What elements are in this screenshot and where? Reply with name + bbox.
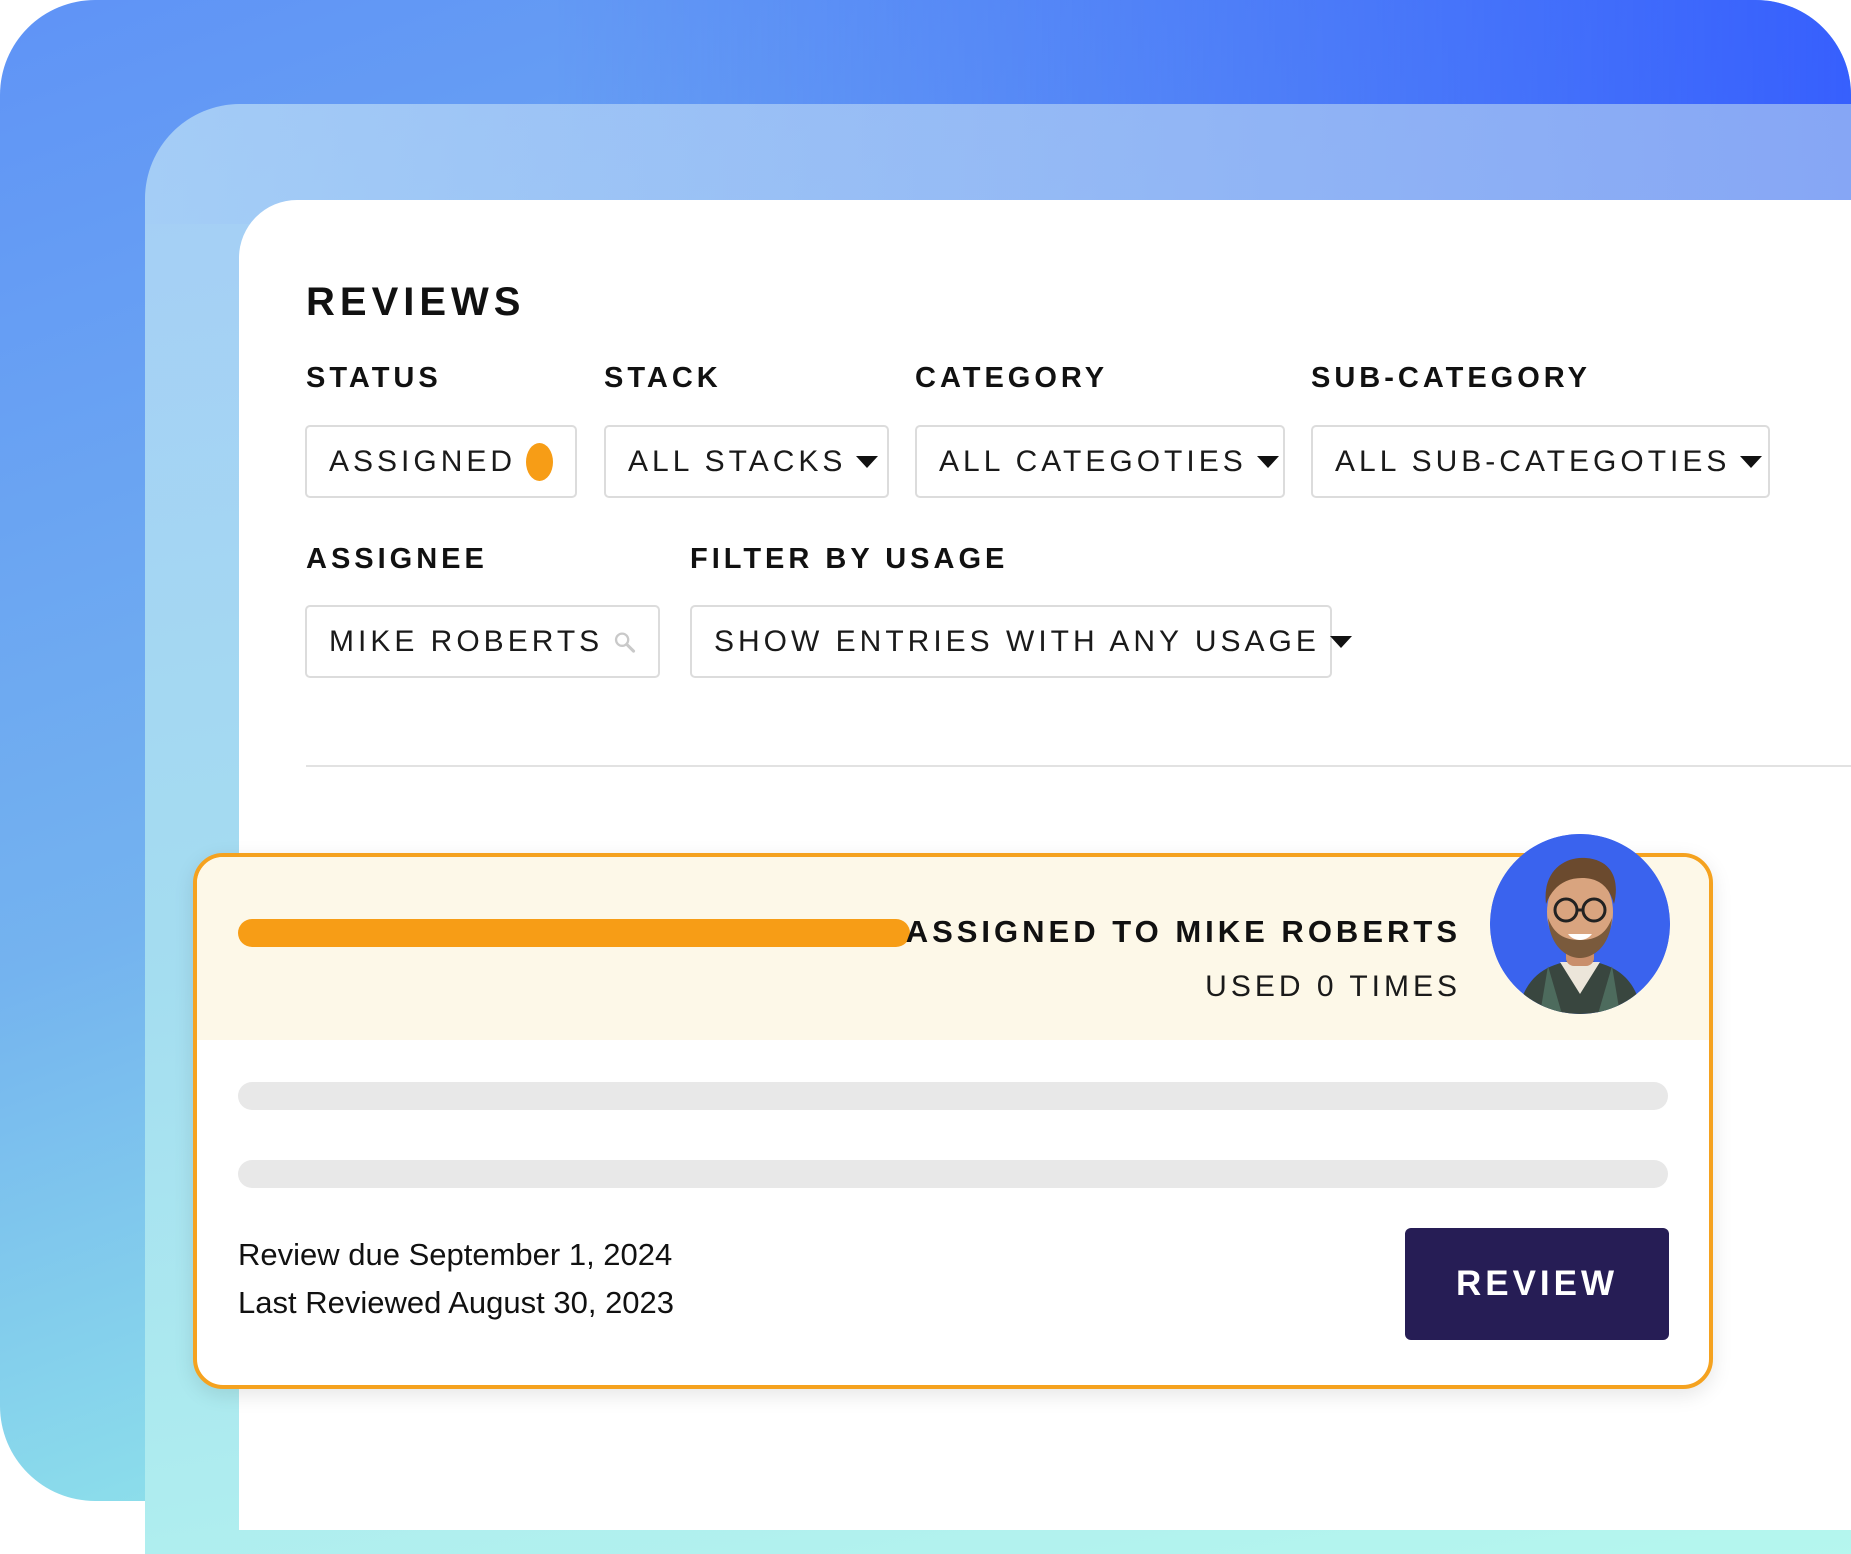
divider (306, 765, 1851, 767)
review-card[interactable]: ASSIGNED TO MIKE ROBERTS USED 0 TIMES Re… (193, 853, 1713, 1389)
caret-down-icon (1329, 635, 1352, 648)
progress-bar (238, 919, 910, 947)
caret-down-icon (856, 455, 879, 468)
status-select[interactable]: ASSIGNED (305, 425, 577, 498)
caret-down-icon (1256, 455, 1279, 468)
usage-value: SHOW ENTRIES WITH ANY USAGE (714, 624, 1320, 658)
assigned-to-text: ASSIGNED TO MIKE ROBERTS (905, 914, 1461, 949)
stack-dropdown[interactable]: ALL STACKS (604, 425, 889, 498)
page-title: REVIEWS (306, 280, 526, 324)
user-avatar-icon (1490, 834, 1670, 1014)
last-reviewed-text: Last Reviewed August 30, 2023 (238, 1285, 675, 1320)
progress-bar-fill (238, 919, 910, 947)
subcategory-label: SUB-CATEGORY (1311, 362, 1591, 394)
stack-value: ALL STACKS (628, 444, 847, 478)
review-button[interactable]: REVIEW (1405, 1228, 1669, 1340)
subcategory-value: ALL SUB-CATEGOTIES (1335, 444, 1731, 478)
usage-label: FILTER BY USAGE (690, 543, 1009, 575)
usage-count-text: USED 0 TIMES (1205, 970, 1461, 1003)
category-dropdown[interactable]: ALL CATEGOTIES (915, 425, 1285, 498)
status-dot-icon (526, 442, 553, 481)
search-icon (615, 631, 636, 653)
usage-dropdown[interactable]: SHOW ENTRIES WITH ANY USAGE (690, 605, 1352, 678)
stack-label: STACK (604, 362, 722, 394)
subcategory-dropdown[interactable]: ALL SUB-CATEGOTIES (1311, 425, 1770, 498)
card-header: ASSIGNED TO MIKE ROBERTS USED 0 TIMES (197, 857, 1709, 1040)
assignee-value: MIKE ROBERTS (329, 624, 604, 658)
caret-down-icon (1740, 455, 1763, 468)
status-value: ASSIGNED (329, 444, 517, 478)
avatar (1490, 834, 1670, 1014)
placeholder-line (238, 1160, 1668, 1188)
placeholder-line (238, 1082, 1668, 1110)
assignee-search-input[interactable]: MIKE ROBERTS (305, 605, 660, 678)
review-due-text: Review due September 1, 2024 (238, 1237, 673, 1272)
category-value: ALL CATEGOTIES (939, 444, 1247, 478)
category-label: CATEGORY (915, 362, 1109, 394)
status-label: STATUS (306, 362, 442, 394)
assignee-label: ASSIGNEE (306, 543, 488, 575)
